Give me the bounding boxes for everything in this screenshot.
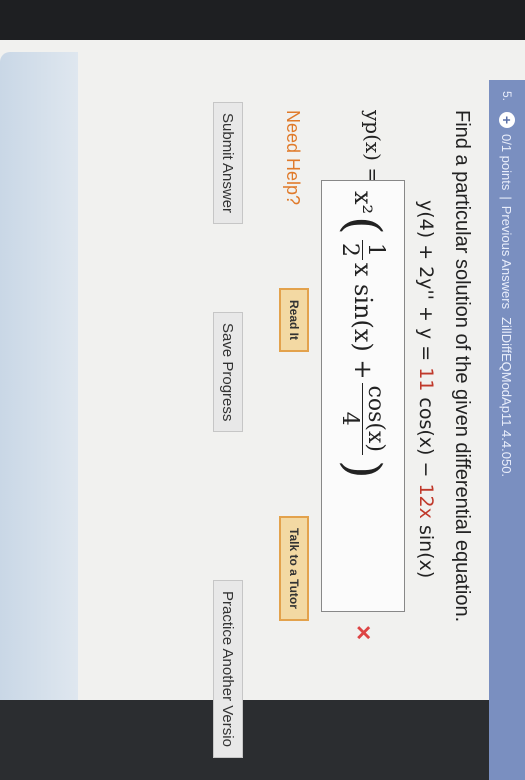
eq-mid: cos(x) − — [415, 397, 437, 478]
differential-equation: y(4) + 2y'' + y = 11 cos(x) − 12x sin(x) — [415, 200, 437, 578]
answer-input[interactable]: x² ( 1 2 x sin(x) + cos(x) 4 ) — [321, 180, 405, 612]
eq-end: sin(x) — [415, 524, 437, 579]
eq-coef-1: 11 — [415, 367, 437, 392]
need-help-label: Need Help? — [283, 110, 303, 206]
cos-numerator: cos(x) — [362, 382, 389, 455]
photo-top-edge — [0, 0, 525, 42]
left-paren: ( — [335, 216, 391, 235]
answer-label: yp(x) = — [361, 110, 385, 185]
cos-denominator: 4 — [337, 411, 363, 426]
half-denominator: 2 — [337, 242, 363, 257]
previous-answers-link[interactable]: Previous Answers — [500, 206, 515, 309]
question-panel: 5. + 0/1 points | Previous Answers ZillD… — [95, 80, 525, 780]
question-header: 5. + 0/1 points | Previous Answers ZillD… — [489, 80, 525, 780]
talk-to-tutor-button[interactable]: Talk to a Tutor — [279, 516, 309, 621]
save-progress-button[interactable]: Save Progress — [213, 312, 243, 433]
question-prompt: Find a particular solution of the given … — [451, 110, 473, 623]
expand-icon[interactable]: + — [499, 112, 515, 128]
header-separator: | — [499, 196, 515, 200]
submit-answer-button[interactable]: Submit Answer — [213, 102, 243, 225]
left-gutter — [0, 52, 78, 700]
answer-expression: x² ( 1 2 x sin(x) + cos(x) 4 ) — [332, 191, 394, 481]
eq-coef-2: 12x — [415, 483, 437, 519]
question-number: 5. — [500, 90, 514, 101]
read-it-button[interactable]: Read It — [279, 288, 309, 353]
question-reference: ZillDiffEQModAp11 4.4.050. — [499, 317, 515, 478]
points-label: 0/1 points — [499, 134, 515, 191]
half-numerator: 1 — [362, 239, 389, 260]
eq-lhs: y(4) + 2y'' + y = — [415, 200, 437, 362]
fraction-half: 1 2 — [337, 239, 389, 260]
answer-xsin: x sin(x) + — [349, 262, 377, 380]
incorrect-icon: × — [349, 625, 379, 641]
practice-another-version-button[interactable]: Practice Another Versio — [213, 580, 243, 758]
right-paren: ) — [335, 459, 391, 479]
fraction-cos: cos(x) 4 — [337, 382, 389, 455]
answer-x2: x² — [349, 191, 377, 215]
